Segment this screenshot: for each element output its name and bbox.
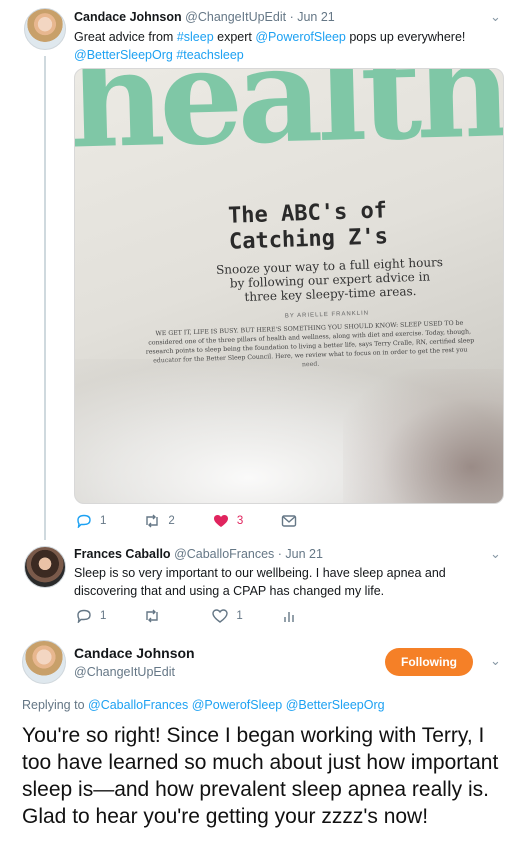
tweet-text: Sleep is so very important to our wellbe… — [74, 566, 446, 598]
magazine-subhead: Snooze your way to a full eight hours by… — [215, 255, 444, 304]
tweet-text: You're so right! Since I began working w… — [22, 724, 499, 828]
replying-to: Replying to @CaballoFrances @PowerofSlee… — [22, 698, 385, 712]
author-handle[interactable]: @ChangeItUpEdit — [74, 665, 175, 679]
reply-button[interactable]: 1 — [76, 514, 106, 528]
retweet-icon — [144, 514, 160, 528]
like-count: 3 — [236, 515, 244, 527]
following-button[interactable]: Following — [385, 648, 473, 676]
author-handle[interactable]: @CaballoFrances — [174, 547, 274, 561]
thread-line — [44, 56, 46, 540]
avatar[interactable] — [24, 8, 66, 50]
hashtag-link[interactable]: #teachsleep — [176, 48, 243, 62]
tweet-time[interactable]: · Jun 21 — [290, 10, 335, 24]
tweet-header: Frances Caballo @CaballoFrances · Jun 21 — [74, 547, 323, 561]
author-name[interactable]: Candace Johnson — [74, 10, 182, 24]
reply-count: 1 — [100, 610, 107, 622]
tweet-text: Great advice from #sleep expert @Powerof… — [74, 28, 494, 64]
chevron-down-icon[interactable]: ⌄ — [490, 9, 501, 25]
tweet-actions: 1 2 3 — [76, 514, 335, 528]
chevron-down-icon[interactable]: ⌄ — [490, 653, 501, 669]
tweet-actions: 1 1 — [76, 609, 335, 623]
mention-link[interactable]: @BetterSleepOrg — [74, 48, 173, 62]
dm-button[interactable] — [281, 514, 297, 528]
mention-link[interactable]: @CaballoFrances @PowerofSleep @BetterSle… — [88, 698, 385, 712]
hashtag-link[interactable]: #sleep — [177, 30, 214, 44]
tweet-header: Candace Johnson @ChangeItUpEdit · Jun 21 — [74, 10, 335, 24]
avatar[interactable] — [22, 640, 66, 684]
author-handle[interactable]: @ChangeItUpEdit — [185, 10, 286, 24]
like-button[interactable]: 3 — [213, 514, 243, 528]
envelope-icon — [281, 514, 297, 528]
analytics-button[interactable] — [281, 609, 297, 623]
analytics-icon — [281, 609, 297, 623]
retweet-button[interactable]: 2 — [144, 514, 175, 528]
retweet-icon — [144, 609, 160, 623]
replying-label: Replying to — [22, 698, 89, 712]
magazine-headline: The ABC's of Catching Z's — [227, 198, 389, 255]
tweet-time[interactable]: · Jun 21 — [278, 547, 323, 561]
tweet-text-part: expert — [213, 30, 256, 44]
retweet-button[interactable] — [144, 609, 160, 623]
reply-count: 1 — [100, 515, 107, 527]
magazine-byline: BY ARIELLE FRANKLIN — [284, 310, 370, 320]
author-name[interactable]: Frances Caballo — [74, 547, 171, 561]
tweet-text-part: Great advice from — [74, 30, 177, 44]
avatar[interactable] — [24, 546, 66, 588]
tweet-photo[interactable]: healthy The ABC's of Catching Z's Snooze… — [74, 68, 504, 504]
reply-icon — [76, 609, 92, 623]
mention-link[interactable]: @PowerofSleep — [255, 30, 346, 44]
photo-shadow — [343, 369, 503, 503]
author-name[interactable]: Candace Johnson — [74, 645, 195, 661]
chevron-down-icon[interactable]: ⌄ — [490, 546, 501, 562]
like-button[interactable]: 1 — [212, 609, 243, 623]
retweet-count: 2 — [168, 515, 175, 527]
magazine-masthead: healthy — [74, 68, 504, 179]
heart-icon — [213, 514, 229, 528]
reply-button[interactable]: 1 — [76, 609, 106, 623]
like-count: 1 — [236, 610, 243, 622]
reply-icon — [76, 514, 92, 528]
tweet-text-part: pops up everywhere! — [345, 30, 466, 44]
heart-icon — [212, 609, 229, 623]
